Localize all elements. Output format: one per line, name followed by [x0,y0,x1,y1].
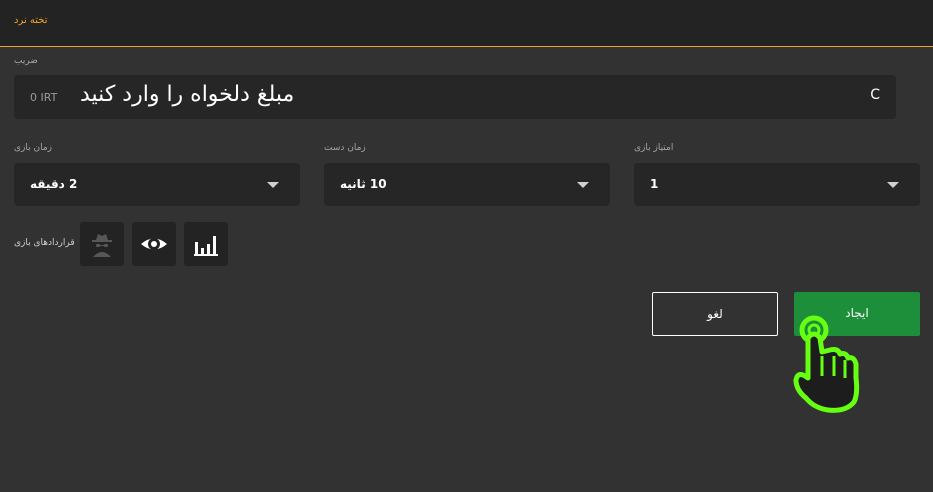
game-time-label: زمان بازی [14,143,53,153]
cancel-button-label: لغو [707,307,723,321]
visibility-toggle[interactable] [132,222,176,266]
contracts-label: قراردادهای بازی [14,238,75,248]
stake-label: ضریب [14,56,38,66]
chevron-down-icon [267,182,279,188]
hand-time-select[interactable]: 10 ثانیه [324,163,610,206]
hand-time-label: زمان دست [324,143,366,153]
eye-icon [141,238,167,250]
cancel-button[interactable]: لغو [652,292,778,336]
chevron-down-icon [577,182,589,188]
bar-chart-icon [194,236,218,256]
points-select[interactable]: 1 [634,163,920,206]
page-title: تخته نرد [14,15,48,26]
points-label: امتیاز بازی [634,143,674,153]
chevron-down-icon [887,182,899,188]
spy-icon [92,234,112,257]
points-value: 1 [650,177,659,191]
game-time-value: 2 دقیقه [30,177,78,191]
stats-toggle[interactable] [184,222,228,266]
hand-time-value: 10 ثانیه [340,177,387,191]
stake-placeholder: مبلغ دلخواه را وارد کنید [80,82,295,107]
game-time-select[interactable]: 2 دقیقه [14,163,300,206]
pointer-hand-icon [793,315,860,413]
top-bar: تخته نرد [0,0,933,47]
spy-toggle[interactable] [80,222,124,266]
clear-button[interactable]: C [870,87,880,103]
stake-input[interactable]: 0 IRT مبلغ دلخواه را وارد کنید C [14,75,896,119]
currency-label: 0 IRT [30,91,58,104]
